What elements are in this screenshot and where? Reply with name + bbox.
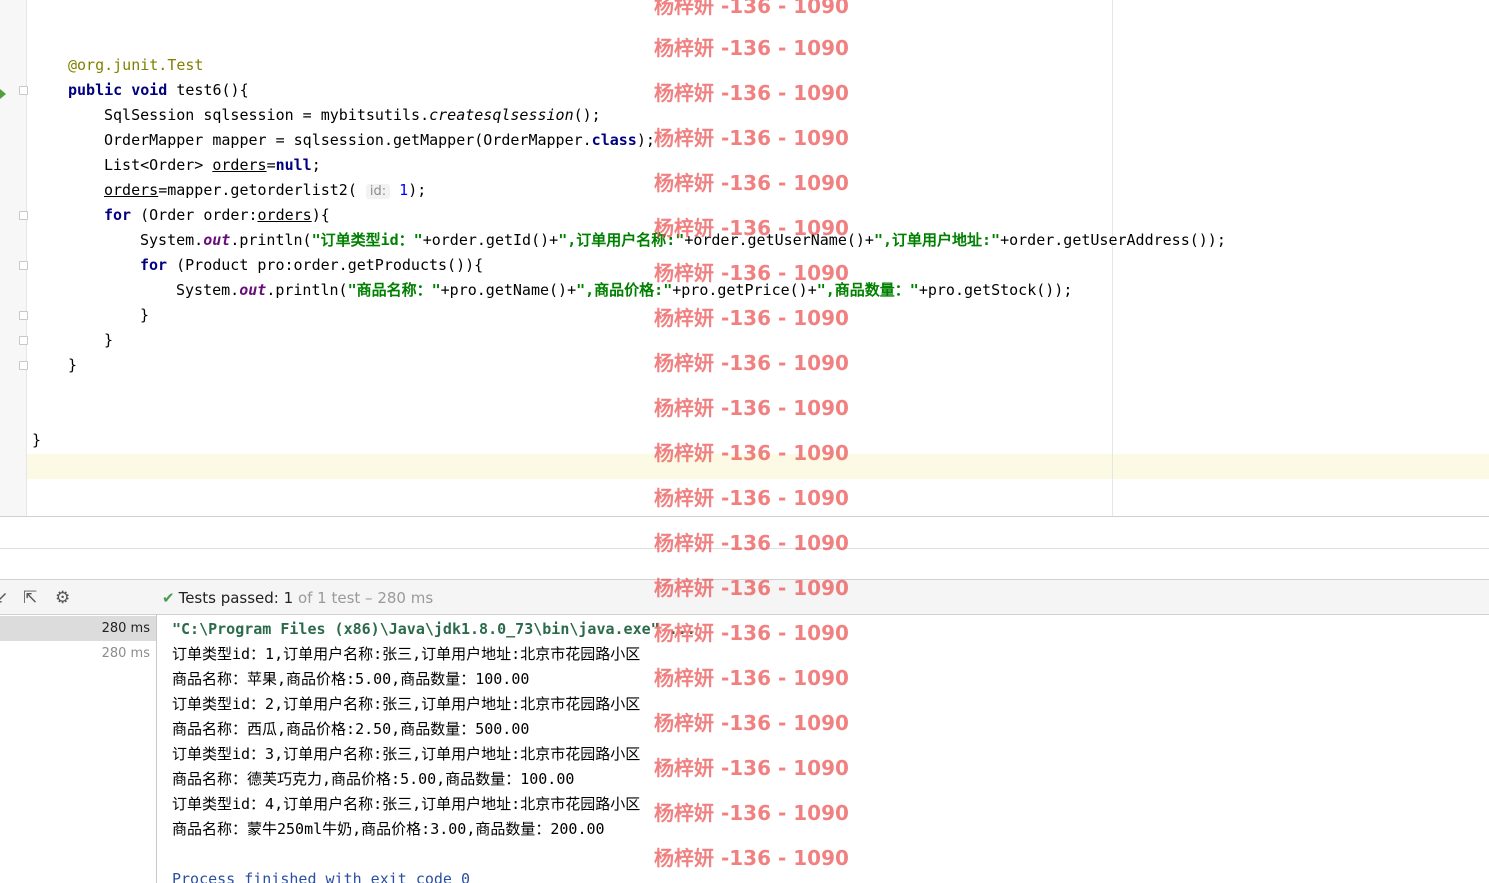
run-toolbar: ↙ ⇱ ⚙ ✔ Tests passed: 1 of 1 test – 280 m…: [0, 579, 1489, 615]
console-line: 订单类型id：3,订单用户名称:张三,订单用户地址:北京市花园路小区: [172, 745, 641, 763]
code-line: public void test6(){: [68, 78, 249, 103]
code-text: ){: [311, 206, 330, 224]
gear-icon[interactable]: ⚙: [55, 588, 70, 608]
console-output[interactable]: "C:\Program Files (x86)\Java\jdk1.8.0_73…: [157, 615, 1489, 883]
code-line: orders=mapper.getorderlist2( id: 1);: [104, 178, 426, 203]
arrow-down-left-icon[interactable]: ↙: [0, 588, 8, 608]
export-icon[interactable]: ⇱: [23, 588, 37, 608]
code-line: SqlSession sqlsession = mybitsutils.crea…: [104, 103, 601, 128]
test-results-tree[interactable]: 280 ms 280 ms: [0, 615, 157, 883]
fold-icon[interactable]: [19, 86, 28, 95]
tree-row[interactable]: 280 ms: [0, 641, 156, 666]
code-text: +pro.getStock());: [918, 281, 1073, 299]
keyword: public: [68, 81, 123, 99]
test-duration: 280 ms: [101, 646, 150, 661]
code-line: for (Order order:orders){: [104, 203, 330, 228]
console-line: 商品名称：苹果,商品价格:5.00,商品数量：100.00: [172, 670, 530, 688]
code-text: .println(: [230, 231, 312, 249]
string-literal: ",订单用户地址:": [873, 231, 1001, 249]
string-literal: ",商品价格:": [576, 281, 673, 299]
code-text: .println(: [266, 281, 348, 299]
method-signature: test6(){: [167, 81, 249, 99]
variable: orders: [257, 206, 312, 224]
code-text: =mapper.getorderlist2(: [158, 181, 366, 199]
variable: orders: [212, 156, 267, 174]
code-line: System.out.println("商品名称："+pro.getName()…: [176, 278, 1072, 303]
console-line: 商品名称：德芙巧克力,商品价格:5.00,商品数量：100.00: [172, 770, 575, 788]
check-icon: ✔: [162, 589, 175, 607]
console-line: 订单类型id：1,订单用户名称:张三,订单用户地址:北京市花园路小区: [172, 645, 641, 663]
console-line: 商品名称：西瓜,商品价格:2.50,商品数量：500.00: [172, 720, 530, 738]
code-text: +pro.getPrice()+: [672, 281, 817, 299]
run-test-icon[interactable]: [0, 89, 6, 99]
tree-row[interactable]: 280 ms: [0, 616, 156, 641]
code-text: System.: [140, 231, 204, 249]
code-text: System.: [176, 281, 240, 299]
code-line: List<Order> orders=null;: [104, 153, 321, 178]
code-text: ;: [311, 156, 321, 174]
test-status: ✔ Tests passed: 1 of 1 test – 280 ms: [162, 588, 433, 608]
string-literal: "订单类型id：": [311, 231, 423, 249]
code-text: List<Order>: [104, 156, 213, 174]
code-text: +order.getUserAddress());: [1000, 231, 1226, 249]
code-text: =: [266, 156, 276, 174]
keyword: void: [131, 81, 168, 99]
string-literal: "商品名称：": [347, 281, 441, 299]
keyword: for: [140, 256, 168, 274]
code-line: for (Product pro:order.getProducts()){: [140, 253, 483, 278]
code-text: ();: [573, 106, 601, 124]
code-text: );: [408, 181, 427, 199]
test-summary-label: of 1 test – 280 ms: [293, 589, 434, 607]
right-margin-guide: [1112, 0, 1113, 516]
parameter-hint: id:: [365, 184, 391, 199]
number-literal: 1: [390, 181, 409, 199]
code-line: }: [104, 331, 114, 349]
console-line: 商品名称：蒙牛250ml牛奶,商品价格:3.00,商品数量：200.00: [172, 820, 605, 838]
keyword: null: [275, 156, 312, 174]
code-editor[interactable]: @org.junit.Test public void test6(){ Sql…: [0, 0, 1489, 516]
static-method: createsqlsession: [429, 106, 574, 124]
code-text: );: [636, 131, 655, 149]
static-field: out: [239, 281, 267, 299]
current-line-highlight: [0, 454, 1489, 479]
fold-icon[interactable]: [19, 211, 28, 220]
static-field: out: [203, 231, 231, 249]
editor-gutter[interactable]: [0, 0, 28, 516]
annotation-name: Test: [167, 56, 204, 74]
code-line: OrderMapper mapper = sqlsession.getMappe…: [104, 128, 655, 153]
code-line: System.out.println("订单类型id："+order.getId…: [140, 228, 1226, 253]
code-line: }: [32, 431, 42, 449]
keyword: class: [591, 131, 637, 149]
code-line: @org.junit.Test: [68, 53, 203, 78]
tests-passed-label: Tests passed: 1: [178, 589, 294, 607]
test-duration: 280 ms: [101, 621, 150, 636]
console-exit-line: Process finished with exit code 0: [172, 870, 471, 883]
code-text: SqlSession sqlsession = mybitsutils.: [104, 106, 430, 124]
annotation: @org.junit.: [68, 56, 168, 74]
string-literal: ",订单用户名称:": [558, 231, 685, 249]
variable: orders: [104, 181, 159, 199]
code-text: (Order order:: [131, 206, 258, 224]
fold-icon[interactable]: [19, 261, 28, 270]
keyword: for: [104, 206, 132, 224]
code-text: (Product pro:order.getProducts()){: [167, 256, 484, 274]
panel-splitter[interactable]: [0, 516, 1489, 579]
code-line: }: [140, 306, 150, 324]
code-text: +pro.getName()+: [440, 281, 577, 299]
console-line: 订单类型id：4,订单用户名称:张三,订单用户地址:北京市花园路小区: [172, 795, 641, 813]
code-text: +order.getUserName()+: [684, 231, 874, 249]
code-text: OrderMapper mapper = sqlsession.getMappe…: [104, 131, 592, 149]
console-command-line: "C:\Program Files (x86)\Java\jdk1.8.0_73…: [172, 620, 696, 638]
code-line: }: [68, 356, 78, 374]
fold-end-icon[interactable]: [19, 311, 28, 320]
fold-end-icon[interactable]: [19, 336, 28, 345]
divider: [0, 548, 1489, 549]
string-literal: ",商品数量：": [816, 281, 919, 299]
console-line: 订单类型id：2,订单用户名称:张三,订单用户地址:北京市花园路小区: [172, 695, 641, 713]
fold-end-icon[interactable]: [19, 361, 28, 370]
code-text: +order.getId()+: [422, 231, 559, 249]
